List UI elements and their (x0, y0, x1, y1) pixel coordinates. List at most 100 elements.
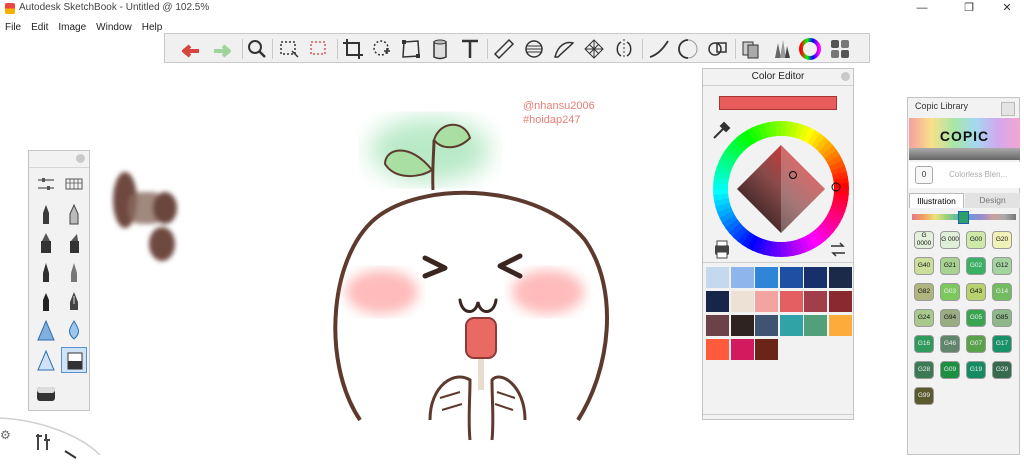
close-button[interactable]: ✕ (993, 1, 1021, 16)
color-swatch[interactable] (706, 291, 729, 312)
color-puck-icon[interactable] (798, 37, 822, 61)
color-swatch[interactable] (779, 291, 803, 312)
color-swatch[interactable] (730, 267, 754, 288)
text-icon[interactable] (458, 37, 482, 61)
tab-design[interactable]: Design (965, 193, 1020, 208)
calligraphy-pen-icon[interactable] (61, 288, 87, 314)
menu-window[interactable]: Window (91, 20, 137, 35)
color-swatch[interactable] (706, 339, 729, 360)
copic-marker[interactable]: G85 (992, 309, 1012, 327)
menu-help[interactable]: Help (137, 20, 168, 35)
puck-gear-icon[interactable]: ⚙ (0, 428, 11, 442)
color-swatch[interactable] (730, 291, 754, 312)
magic-select-icon[interactable] (307, 37, 331, 61)
color-swatch[interactable] (804, 315, 827, 336)
copic-marker[interactable]: G43 (966, 283, 986, 301)
color-swatch[interactable] (730, 339, 754, 360)
color-swatch[interactable] (755, 291, 778, 312)
hard-cone-icon[interactable] (33, 347, 59, 373)
copic-marker[interactable]: G21 (940, 257, 960, 275)
copic-marker[interactable]: G94 (940, 309, 960, 327)
colorless-blender-row[interactable]: 0 Colorless Blen... (909, 162, 1020, 188)
distort-icon[interactable] (399, 37, 423, 61)
marker-icon[interactable] (33, 230, 59, 256)
symmetry-icon[interactable] (612, 37, 636, 61)
copic-marker[interactable]: G29 (992, 361, 1012, 379)
airbrush-icon[interactable] (61, 201, 87, 227)
pen-icon[interactable] (33, 259, 59, 285)
steady-stroke-icon[interactable] (647, 37, 671, 61)
eraser-icon[interactable] (61, 347, 87, 373)
shape-icon[interactable] (705, 37, 729, 61)
perspective-icon[interactable] (582, 37, 606, 61)
canvas-artwork[interactable] (0, 0, 1024, 455)
color-swatch[interactable] (730, 315, 754, 336)
copic-marker[interactable]: G03 (940, 283, 960, 301)
color-swatch[interactable] (706, 267, 729, 288)
maximize-button[interactable]: ❐ (955, 1, 983, 16)
puck-tools-icon[interactable] (34, 432, 52, 452)
color-swatch[interactable] (755, 315, 778, 336)
copic-marker[interactable]: G24 (914, 309, 934, 327)
brush-palette-icon[interactable] (769, 37, 793, 61)
copic-marker[interactable]: G07 (966, 335, 986, 353)
swap-color-icon[interactable] (825, 237, 851, 263)
menu-image[interactable]: Image (53, 20, 91, 35)
pencil-icon[interactable] (33, 201, 59, 227)
close-icon[interactable] (1001, 102, 1015, 116)
copic-marker[interactable]: G20 (992, 231, 1012, 249)
ballpoint-icon[interactable] (33, 288, 59, 314)
printer-icon[interactable] (709, 237, 735, 263)
panel-close-icon[interactable] (841, 72, 850, 81)
color-swatch[interactable] (828, 267, 852, 288)
layer-editor-icon[interactable] (828, 37, 852, 61)
tab-illustration[interactable]: Illustration (909, 193, 964, 208)
copic-marker[interactable]: G 000 (940, 231, 960, 249)
menu-edit[interactable]: Edit (26, 20, 53, 35)
smudge-cone-icon[interactable] (33, 317, 59, 343)
copic-marker[interactable]: G02 (966, 257, 986, 275)
menu-file[interactable]: File (0, 20, 26, 35)
undo-icon[interactable] (179, 37, 203, 61)
color-swatch[interactable] (828, 291, 852, 312)
copic-marker[interactable]: G99 (914, 387, 934, 405)
copic-marker[interactable]: G09 (940, 361, 960, 379)
copic-slider-thumb[interactable] (958, 211, 969, 224)
color-swatch[interactable] (804, 291, 827, 312)
color-swatch[interactable] (706, 315, 729, 336)
color-swatch[interactable] (779, 267, 803, 288)
copic-marker[interactable]: G17 (992, 335, 1012, 353)
color-swatch[interactable] (779, 315, 803, 336)
rect-select-icon[interactable] (277, 37, 301, 61)
current-color-swatch[interactable] (719, 96, 837, 110)
copic-marker[interactable]: G82 (914, 283, 934, 301)
copic-marker[interactable]: G05 (966, 309, 986, 327)
copic-marker[interactable]: G12 (992, 257, 1012, 275)
bucket-icon[interactable] (428, 37, 452, 61)
puck-pen-icon[interactable] (64, 446, 78, 459)
crop-icon[interactable] (341, 37, 365, 61)
redo-icon[interactable] (210, 37, 234, 61)
copic-marker[interactable]: G 0000 (914, 231, 934, 249)
color-swatch[interactable] (755, 267, 778, 288)
color-swatch[interactable] (755, 339, 778, 360)
ellipse-guide-icon[interactable] (522, 37, 546, 61)
ink-pen-icon[interactable] (61, 259, 87, 285)
predictive-stroke-icon[interactable] (676, 37, 700, 61)
panel-close-icon[interactable] (76, 154, 85, 163)
color-swatch[interactable] (828, 315, 852, 336)
blur-drop-icon[interactable] (61, 317, 87, 343)
brush-properties-icon[interactable] (33, 171, 59, 197)
copy-paste-icon[interactable] (739, 37, 763, 61)
french-curve-icon[interactable] (552, 37, 576, 61)
minimize-button[interactable]: — (908, 1, 936, 16)
copic-marker[interactable]: G46 (940, 335, 960, 353)
copic-marker[interactable]: G19 (966, 361, 986, 379)
lasso-icon[interactable] (370, 37, 394, 61)
color-swatch[interactable] (804, 267, 827, 288)
copic-marker[interactable]: G14 (992, 283, 1012, 301)
partial-eraser-icon[interactable] (33, 379, 59, 405)
copic-marker[interactable]: G40 (914, 257, 934, 275)
brush-library-icon[interactable] (61, 171, 87, 197)
ruler-icon[interactable] (492, 37, 516, 61)
